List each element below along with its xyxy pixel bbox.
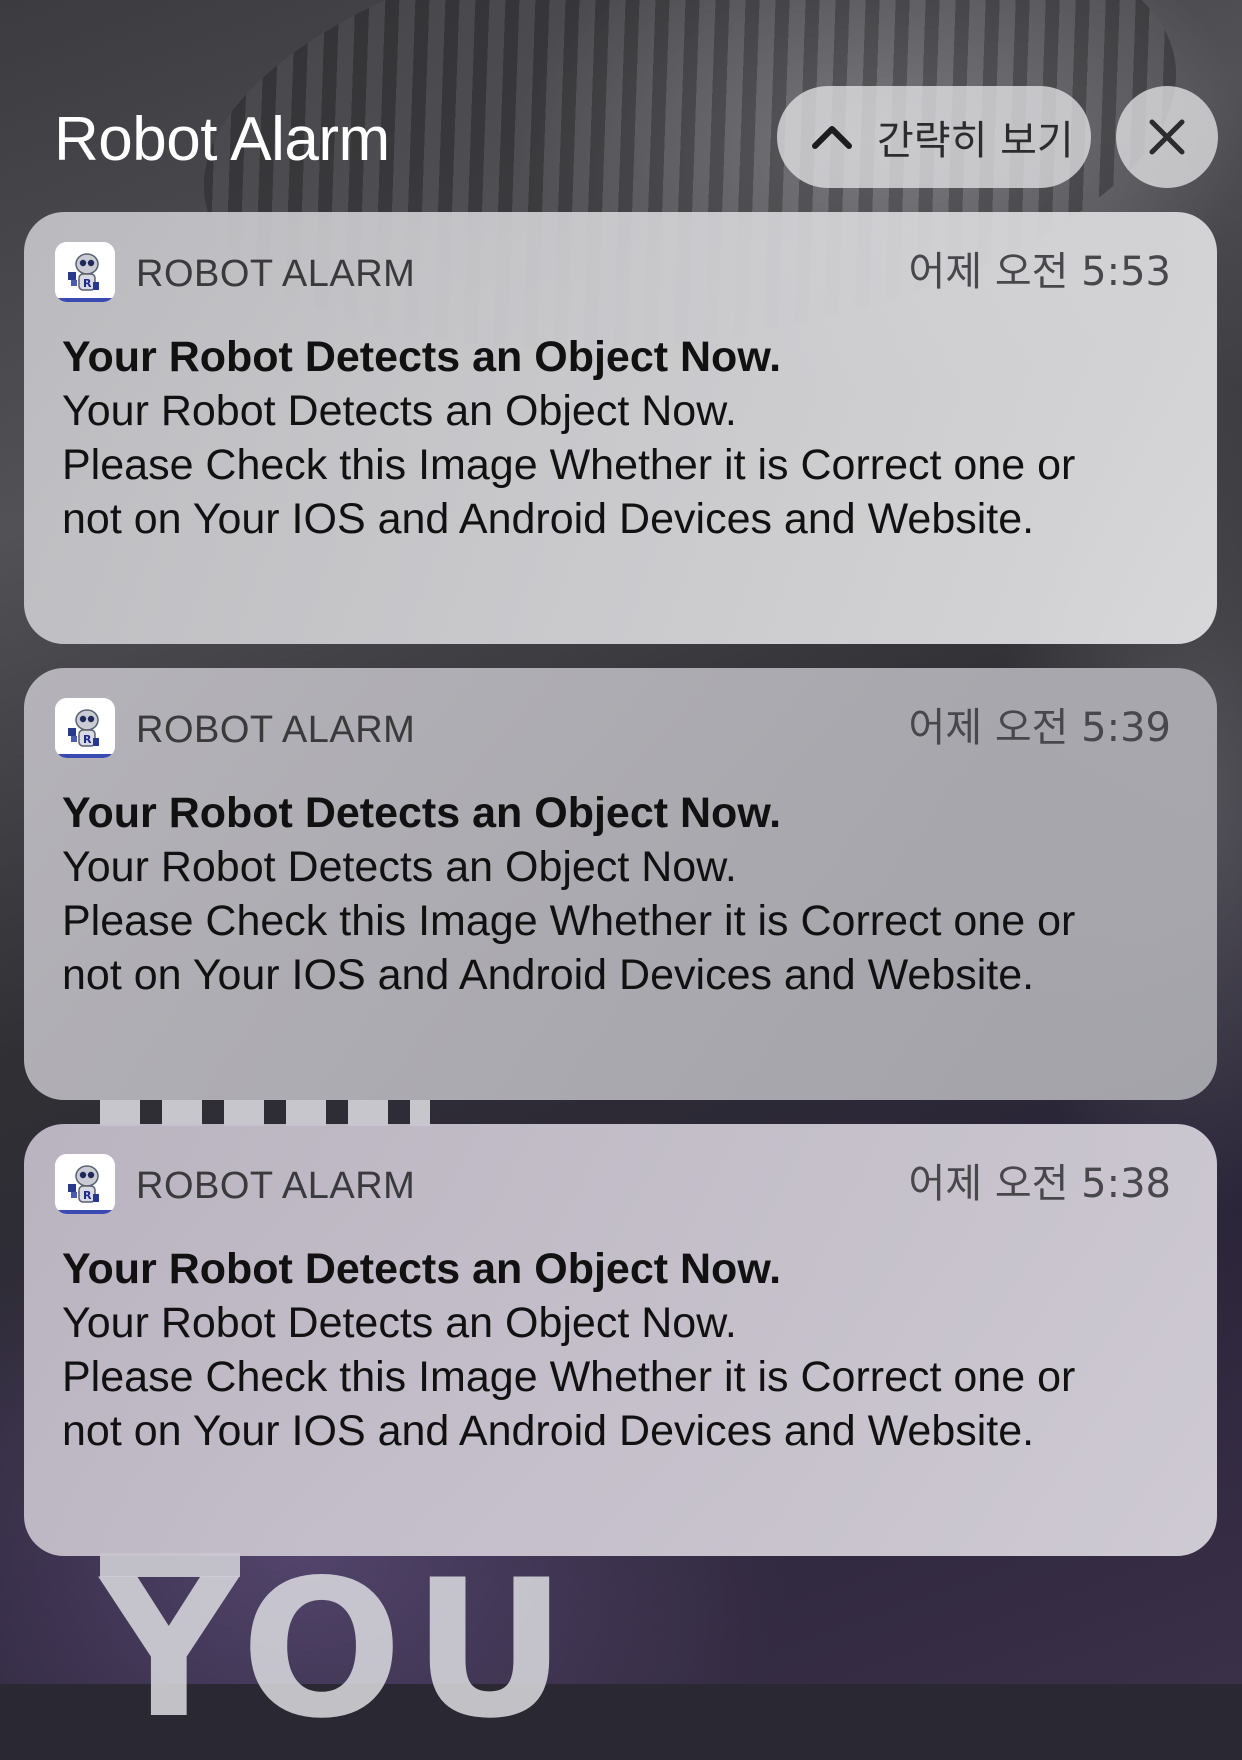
chevron-up-icon bbox=[812, 126, 852, 149]
notification-title: Your Robot Detects an Object Now. bbox=[62, 333, 782, 381]
svg-text:R: R bbox=[83, 733, 92, 746]
notification-time: 어제 오전 5:53 bbox=[908, 249, 1171, 295]
notification-body: Your Robot Detects an Object Now. Please… bbox=[62, 384, 1182, 546]
notification-body: Your Robot Detects an Object Now. Please… bbox=[62, 1296, 1182, 1458]
robot-app-icon: R bbox=[55, 242, 115, 302]
app-name: ROBOT ALARM bbox=[136, 1165, 416, 1207]
group-title: Robot Alarm bbox=[54, 105, 390, 174]
notification-body-line: not on Your IOS and Android Devices and … bbox=[62, 1407, 1035, 1455]
notification-group-header: Robot Alarm 간략히 보기 bbox=[0, 0, 1242, 200]
close-icon bbox=[1149, 119, 1185, 155]
show-less-label: 간략히 보기 bbox=[877, 118, 1074, 164]
notification-card[interactable]: R ROBOT ALARM 어제 오전 5:39 Your Robot Dete… bbox=[24, 668, 1217, 1100]
notification-time: 어제 오전 5:38 bbox=[908, 1161, 1171, 1207]
notification-body-line: Please Check this Image Whether it is Co… bbox=[62, 1353, 1076, 1401]
notification-body-line: Please Check this Image Whether it is Co… bbox=[62, 441, 1076, 489]
notification-card[interactable]: R ROBOT ALARM 어제 오전 5:38 Your Robot Dete… bbox=[24, 1124, 1217, 1556]
notification-body-line: Your Robot Detects an Object Now. bbox=[62, 387, 737, 435]
notification-body-line: Your Robot Detects an Object Now. bbox=[62, 1299, 737, 1347]
robot-app-icon: R bbox=[55, 1154, 115, 1214]
app-name: ROBOT ALARM bbox=[136, 709, 416, 751]
notification-body-line: not on Your IOS and Android Devices and … bbox=[62, 495, 1035, 543]
notification-body-line: Please Check this Image Whether it is Co… bbox=[62, 897, 1076, 945]
notification-card[interactable]: R ROBOT ALARM 어제 오전 5:53 Your Robot Dete… bbox=[24, 212, 1217, 644]
app-name: ROBOT ALARM bbox=[136, 253, 416, 295]
close-button[interactable] bbox=[1116, 86, 1218, 188]
notification-time: 어제 오전 5:39 bbox=[908, 705, 1171, 751]
notification-body-line: Your Robot Detects an Object Now. bbox=[62, 843, 737, 891]
svg-text:R: R bbox=[83, 277, 92, 290]
notification-body: Your Robot Detects an Object Now. Please… bbox=[62, 840, 1182, 1002]
wallpaper-text: YOU bbox=[100, 1539, 577, 1760]
wallpaper-letter-fragment bbox=[100, 1100, 430, 1126]
robot-app-icon: R bbox=[55, 698, 115, 758]
notification-title: Your Robot Detects an Object Now. bbox=[62, 1245, 782, 1293]
show-less-button[interactable]: 간략히 보기 bbox=[777, 86, 1091, 188]
notification-title: Your Robot Detects an Object Now. bbox=[62, 789, 782, 837]
notification-body-line: not on Your IOS and Android Devices and … bbox=[62, 951, 1035, 999]
svg-text:R: R bbox=[83, 1189, 92, 1202]
